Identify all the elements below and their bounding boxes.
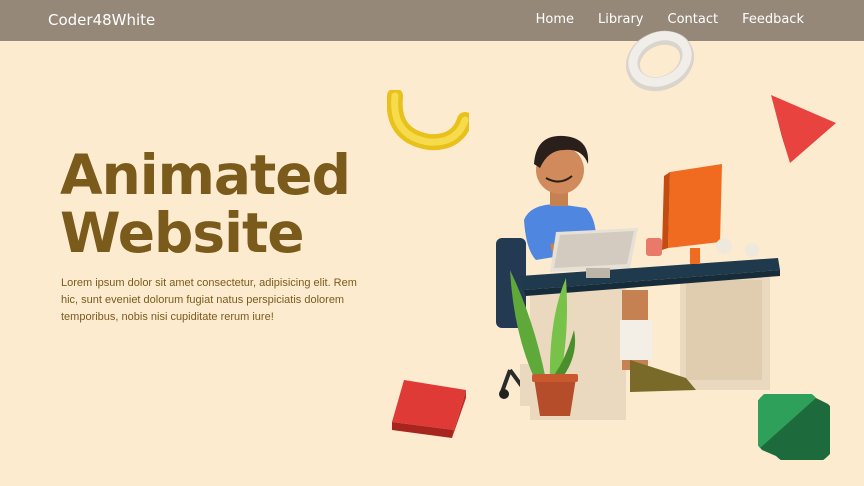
yellow-arch-shape: [387, 90, 469, 151]
nav-link-home[interactable]: Home: [536, 12, 574, 27]
hero-title: Animated Website: [60, 143, 351, 265]
white-ring-shape: [625, 30, 695, 92]
hero-title-line-1: Animated: [60, 143, 351, 207]
navbar: Coder48White Home Library Contact Feedba…: [0, 0, 864, 41]
nav-link-contact[interactable]: Contact: [668, 12, 719, 27]
brand-logo[interactable]: Coder48White: [48, 11, 155, 29]
red-cube-shape: [392, 380, 466, 438]
nav-link-feedback[interactable]: Feedback: [742, 12, 804, 27]
developer-illustration: [496, 135, 780, 420]
nav-link-library[interactable]: Library: [598, 12, 643, 27]
hero-title-line-2: Website: [60, 201, 305, 265]
nav-links: Home Library Contact Feedback: [536, 12, 804, 27]
hero-description: Lorem ipsum dolor sit amet consectetur, …: [61, 277, 357, 323]
